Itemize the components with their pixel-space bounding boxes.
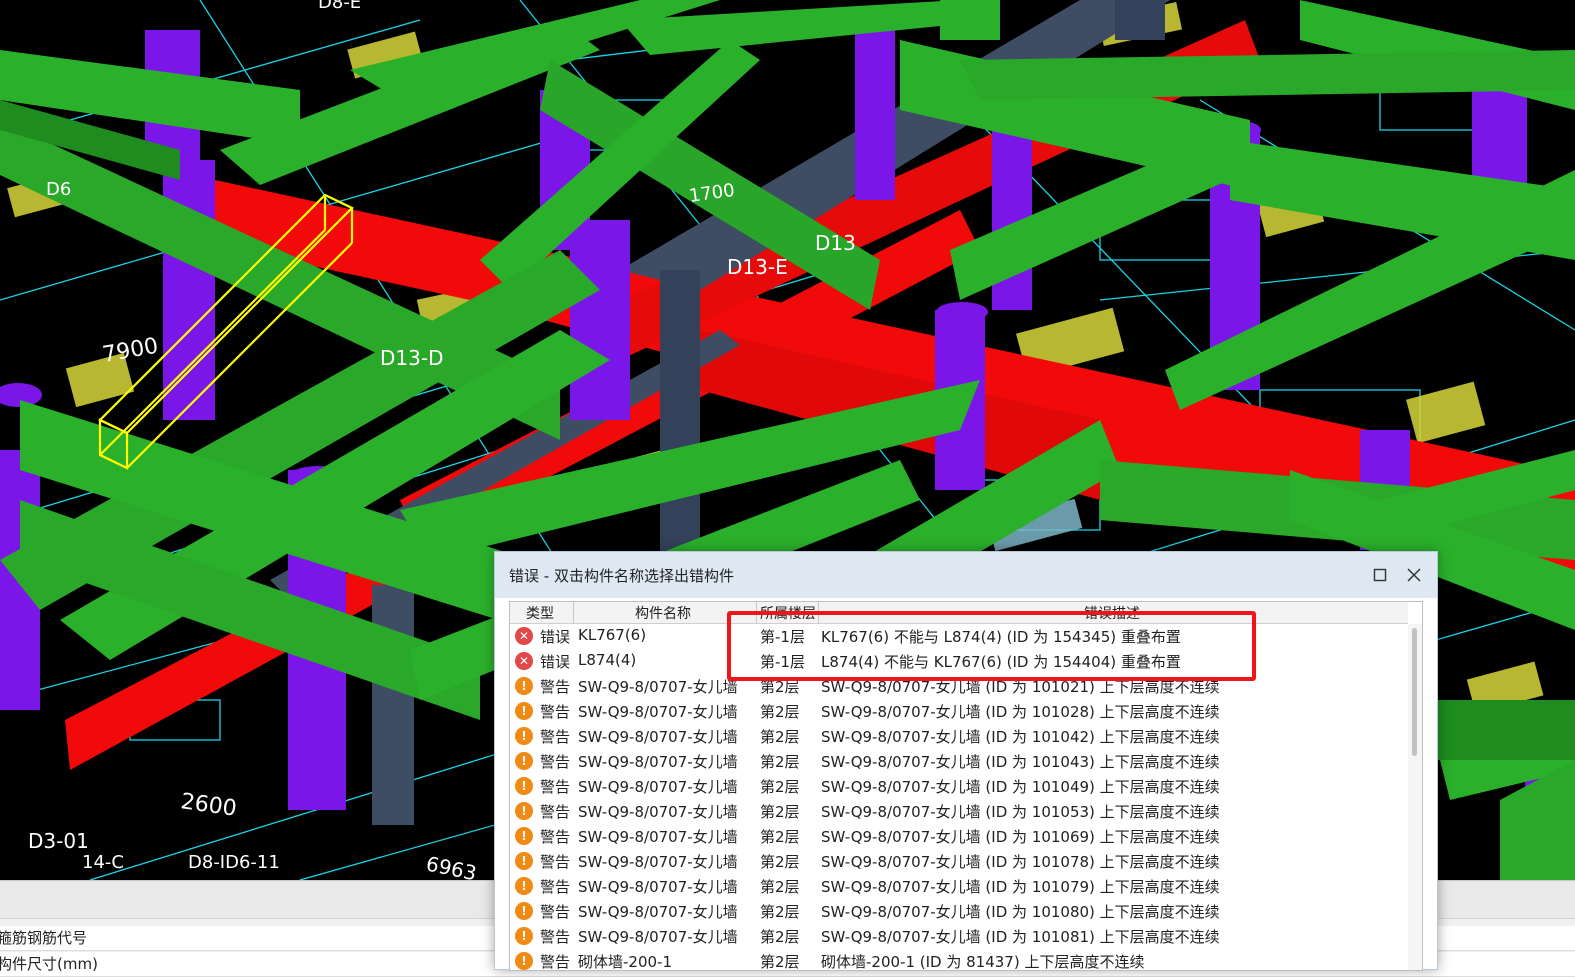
row-description: SW-Q9-8/0707-女儿墙 (ID 为 101081) 上下层高度不连续 bbox=[821, 928, 1220, 946]
row-floor: 第2层 bbox=[760, 903, 800, 921]
warning-icon: ! bbox=[515, 927, 533, 945]
table-row[interactable]: ! 警告 SW-Q9-8/0707-女儿墙 第2层 SW-Q9-8/0707-女儿墙 (… bbox=[510, 849, 1408, 874]
row-floor: 第2层 bbox=[760, 828, 800, 846]
prop-label: 箍筋钢筋代号 bbox=[0, 929, 88, 947]
row-component-name[interactable]: 砌体墙-200-1 bbox=[578, 951, 672, 970]
row-description: SW-Q9-8/0707-女儿墙 (ID 为 101080) 上下层高度不连续 bbox=[821, 903, 1220, 921]
table-row[interactable]: ! 警告 SW-Q9-8/0707-女儿墙 第2层 SW-Q9-8/0707-女儿墙 (… bbox=[510, 749, 1408, 774]
row-type: 警告 bbox=[540, 753, 571, 771]
row-component-name[interactable]: KL767(6) bbox=[578, 626, 646, 644]
row-floor: 第2层 bbox=[760, 703, 800, 721]
warning-icon: ! bbox=[515, 677, 533, 695]
warning-icon: ! bbox=[515, 952, 533, 970]
row-type: 警告 bbox=[540, 703, 571, 721]
prop-label: 构件尺寸(mm) bbox=[0, 955, 98, 973]
warning-icon: ! bbox=[515, 777, 533, 795]
dialog-title: 错误 - 双击构件名称选择出错构件 bbox=[509, 567, 734, 585]
row-floor: 第2层 bbox=[760, 753, 800, 771]
dialog-titlebar[interactable]: 错误 - 双击构件名称选择出错构件 bbox=[495, 552, 1437, 598]
row-description: SW-Q9-8/0707-女儿墙 (ID 为 101043) 上下层高度不连续 bbox=[821, 753, 1220, 771]
table-row[interactable]: ! 警告 SW-Q9-8/0707-女儿墙 第2层 SW-Q9-8/0707-女儿墙 (… bbox=[510, 724, 1408, 749]
row-component-name[interactable]: L874(4) bbox=[578, 651, 636, 669]
table-row[interactable]: ! 警告 SW-Q9-8/0707-女儿墙 第2层 SW-Q9-8/0707-女儿墙 (… bbox=[510, 924, 1408, 949]
row-component-name[interactable]: SW-Q9-8/0707-女儿墙 bbox=[578, 851, 738, 872]
row-type: 警告 bbox=[540, 903, 571, 921]
row-component-name[interactable]: SW-Q9-8/0707-女儿墙 bbox=[578, 801, 738, 822]
row-type: 警告 bbox=[540, 778, 571, 796]
scrollbar-thumb[interactable] bbox=[1412, 628, 1417, 756]
row-type: 警告 bbox=[540, 878, 571, 896]
row-description: SW-Q9-8/0707-女儿墙 (ID 为 101078) 上下层高度不连续 bbox=[821, 853, 1220, 871]
cad-label: D13-D bbox=[380, 346, 443, 370]
row-description: 砌体墙-200-1 (ID 为 81437) 上下层高度不连续 bbox=[821, 953, 1145, 971]
row-floor: 第2层 bbox=[760, 878, 800, 896]
warning-icon: ! bbox=[515, 802, 533, 820]
row-description: SW-Q9-8/0707-女儿墙 (ID 为 101053) 上下层高度不连续 bbox=[821, 803, 1220, 821]
row-component-name[interactable]: SW-Q9-8/0707-女儿墙 bbox=[578, 676, 738, 697]
table-row[interactable]: ! 警告 SW-Q9-8/0707-女儿墙 第2层 SW-Q9-8/0707-女儿墙 (… bbox=[510, 774, 1408, 799]
row-floor: 第2层 bbox=[760, 803, 800, 821]
error-icon: ✕ bbox=[515, 652, 533, 670]
row-component-name[interactable]: SW-Q9-8/0707-女儿墙 bbox=[578, 751, 738, 772]
cad-label: D8-ID6-11 bbox=[188, 852, 280, 873]
row-type: 警告 bbox=[540, 678, 571, 696]
cad-label: D3-01 bbox=[28, 829, 89, 853]
row-description: SW-Q9-8/0707-女儿墙 (ID 为 101079) 上下层高度不连续 bbox=[821, 878, 1220, 896]
row-type: 警告 bbox=[540, 953, 571, 971]
list-scrollbar[interactable] bbox=[1408, 624, 1422, 970]
row-description: SW-Q9-8/0707-女儿墙 (ID 为 101069) 上下层高度不连续 bbox=[821, 828, 1220, 846]
table-row[interactable]: ! 警告 SW-Q9-8/0707-女儿墙 第2层 SW-Q9-8/0707-女儿墙 (… bbox=[510, 824, 1408, 849]
row-floor: 第2层 bbox=[760, 853, 800, 871]
row-type: 警告 bbox=[540, 828, 571, 846]
row-component-name[interactable]: SW-Q9-8/0707-女儿墙 bbox=[578, 826, 738, 847]
close-button[interactable] bbox=[1401, 562, 1427, 588]
warning-icon: ! bbox=[515, 902, 533, 920]
row-description: SW-Q9-8/0707-女儿墙 (ID 为 101028) 上下层高度不连续 bbox=[821, 703, 1220, 721]
cad-label: D8-E bbox=[318, 0, 361, 13]
row-component-name[interactable]: SW-Q9-8/0707-女儿墙 bbox=[578, 876, 738, 897]
row-floor: 第2层 bbox=[760, 778, 800, 796]
row-component-name[interactable]: SW-Q9-8/0707-女儿墙 bbox=[578, 726, 738, 747]
row-component-name[interactable]: SW-Q9-8/0707-女儿墙 bbox=[578, 901, 738, 922]
warning-icon: ! bbox=[515, 752, 533, 770]
warning-icon: ! bbox=[515, 852, 533, 870]
cad-label: D13 bbox=[815, 231, 856, 255]
table-row[interactable]: ! 警告 砌体墙-200-1 第2层 砌体墙-200-1 (ID 为 81437) 上下… bbox=[510, 949, 1408, 971]
column-header-name[interactable]: 构件名称 bbox=[635, 603, 691, 623]
cad-label: D6 bbox=[46, 179, 71, 200]
warning-icon: ! bbox=[515, 877, 533, 895]
row-type: 错误 bbox=[540, 628, 571, 646]
warning-icon: ! bbox=[515, 727, 533, 745]
close-icon bbox=[1407, 568, 1421, 582]
maximize-icon bbox=[1373, 568, 1387, 582]
maximize-button[interactable] bbox=[1367, 562, 1393, 588]
row-type: 错误 bbox=[540, 653, 571, 671]
row-type: 警告 bbox=[540, 853, 571, 871]
row-type: 警告 bbox=[540, 803, 571, 821]
row-component-name[interactable]: SW-Q9-8/0707-女儿墙 bbox=[578, 701, 738, 722]
cad-label: 14-C bbox=[82, 852, 124, 873]
row-floor: 第2层 bbox=[760, 928, 800, 946]
row-description: SW-Q9-8/0707-女儿墙 (ID 为 101042) 上下层高度不连续 bbox=[821, 728, 1220, 746]
cad-label: D13-E bbox=[727, 255, 788, 279]
warning-icon: ! bbox=[515, 827, 533, 845]
row-component-name[interactable]: SW-Q9-8/0707-女儿墙 bbox=[578, 926, 738, 947]
row-floor: 第2层 bbox=[760, 728, 800, 746]
table-row[interactable]: ! 警告 SW-Q9-8/0707-女儿墙 第2层 SW-Q9-8/0707-女儿墙 (… bbox=[510, 874, 1408, 899]
table-row[interactable]: ! 警告 SW-Q9-8/0707-女儿墙 第2层 SW-Q9-8/0707-女儿墙 (… bbox=[510, 699, 1408, 724]
row-floor: 第2层 bbox=[760, 953, 800, 971]
column-header-type[interactable]: 类型 bbox=[526, 603, 554, 623]
row-description: SW-Q9-8/0707-女儿墙 (ID 为 101049) 上下层高度不连续 bbox=[821, 778, 1220, 796]
red-highlight-box bbox=[727, 611, 1256, 681]
row-component-name[interactable]: SW-Q9-8/0707-女儿墙 bbox=[578, 776, 738, 797]
row-type: 警告 bbox=[540, 928, 571, 946]
table-row[interactable]: ! 警告 SW-Q9-8/0707-女儿墙 第2层 SW-Q9-8/0707-女儿墙 (… bbox=[510, 799, 1408, 824]
row-type: 警告 bbox=[540, 728, 571, 746]
error-icon: ✕ bbox=[515, 627, 533, 645]
warning-icon: ! bbox=[515, 702, 533, 720]
table-row[interactable]: ! 警告 SW-Q9-8/0707-女儿墙 第2层 SW-Q9-8/0707-女儿墙 (… bbox=[510, 899, 1408, 924]
